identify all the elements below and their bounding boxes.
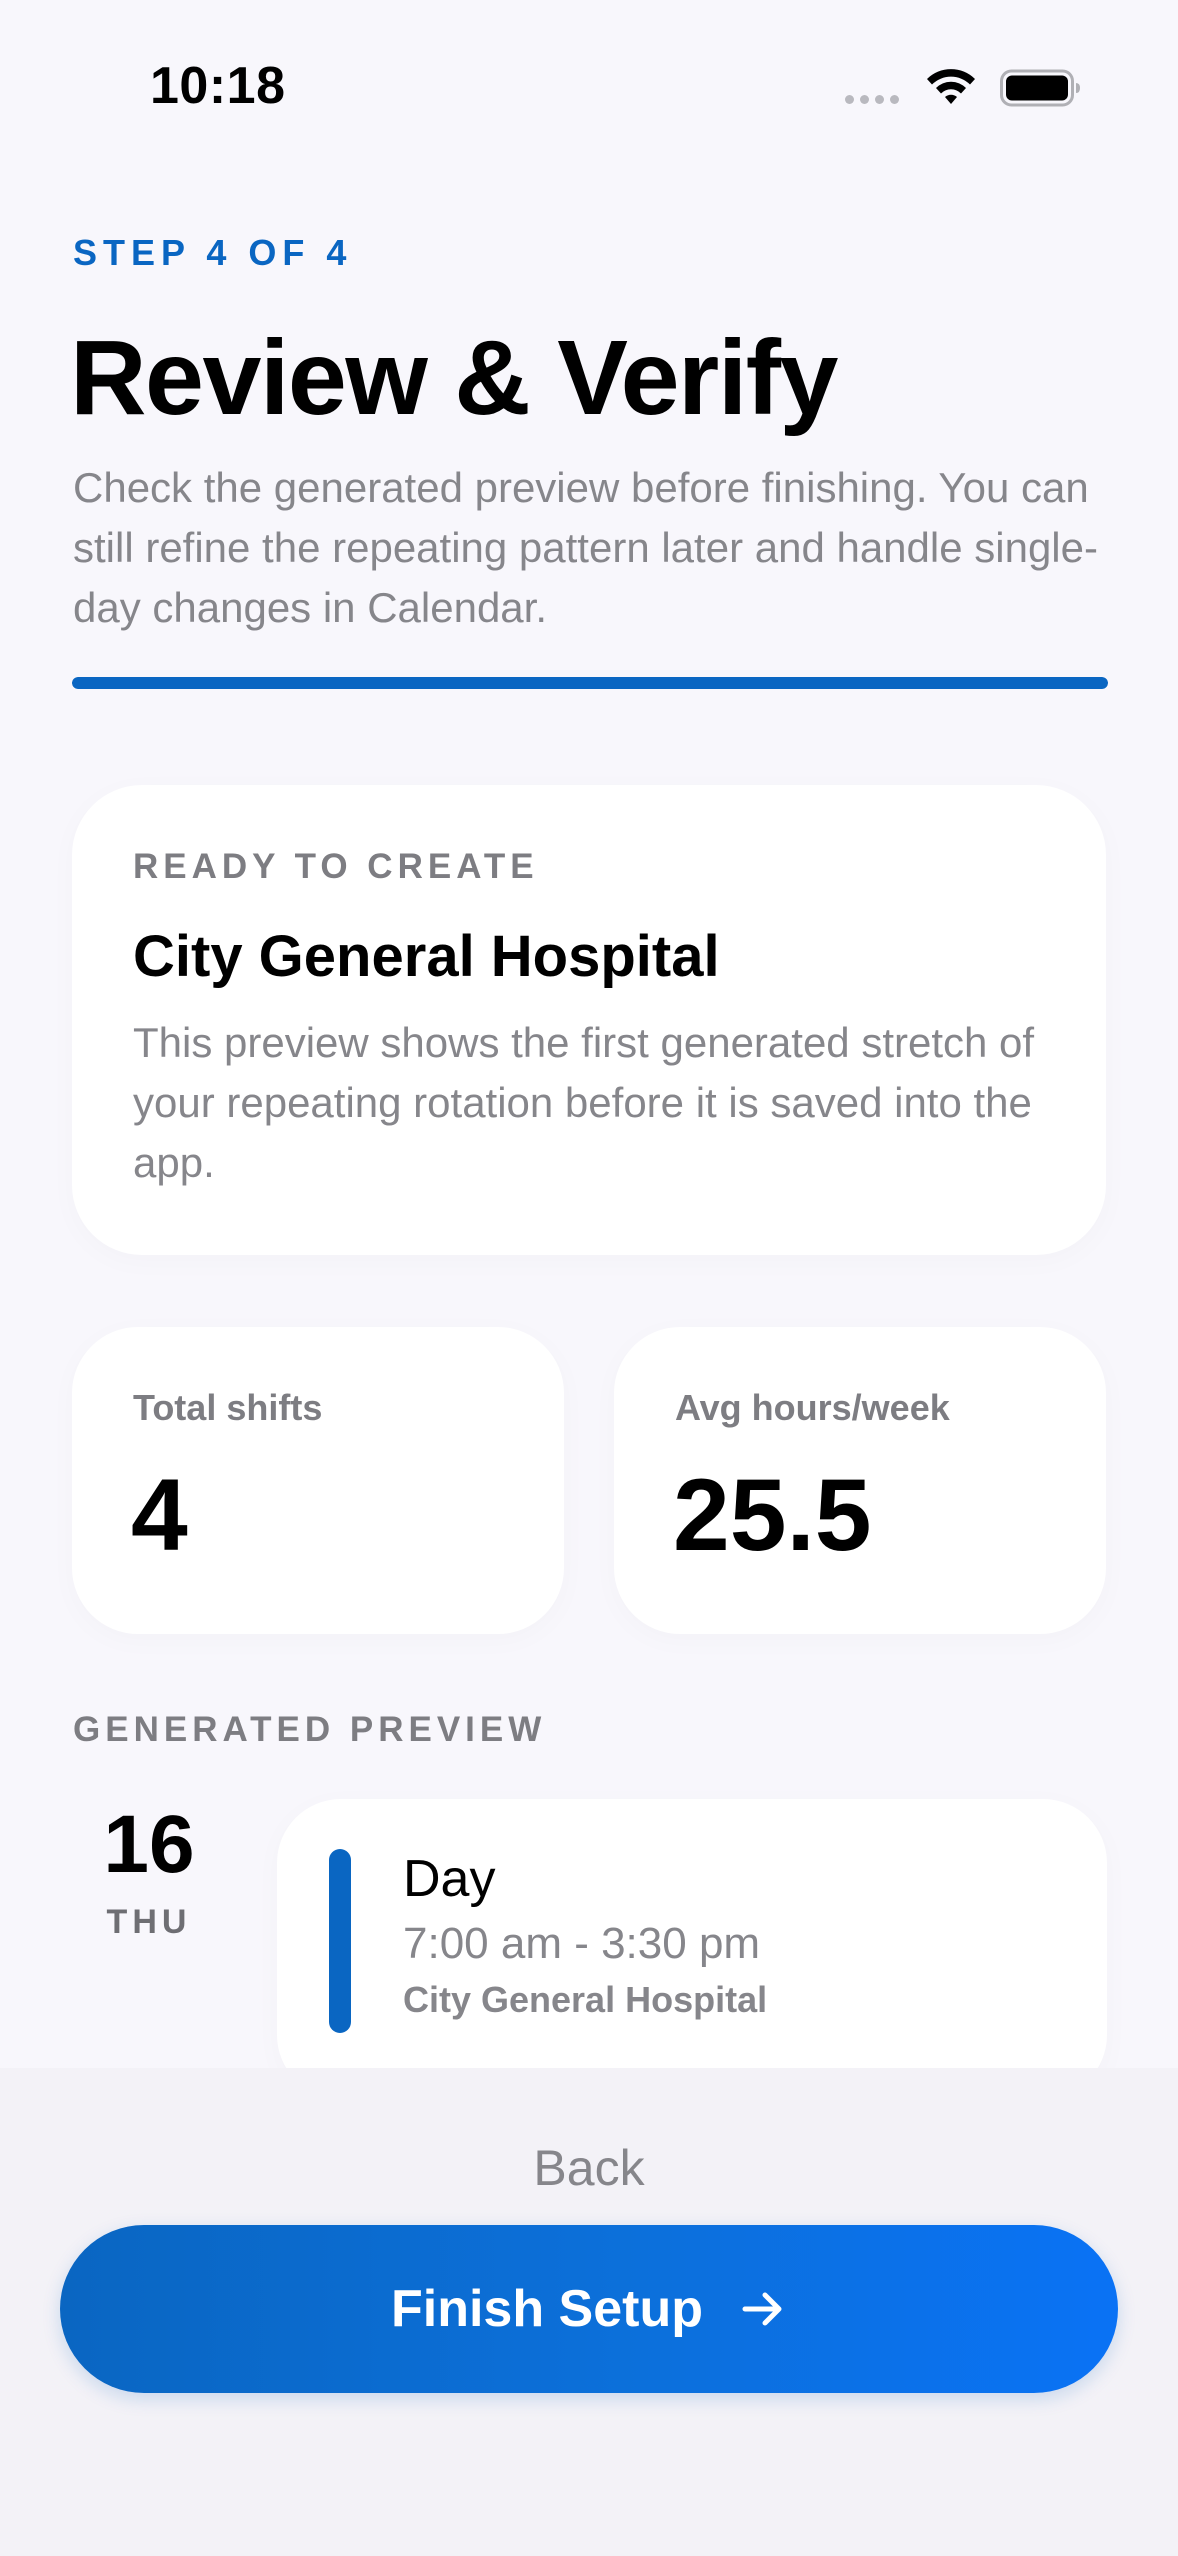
avg-hours-label: Avg hours/week	[675, 1387, 950, 1428]
page-subtitle: Check the generated preview before finis…	[73, 464, 1098, 631]
battery-icon	[1000, 69, 1080, 107]
summary-description: This preview shows the first generated s…	[133, 1019, 1035, 1186]
step-indicator: STEP 4 OF 4	[73, 232, 353, 273]
cellular-signal-icon	[845, 95, 899, 104]
step-progress-bar	[72, 677, 1108, 689]
summary-eyebrow: READY TO CREATE	[133, 847, 539, 886]
status-bar: 10:18	[0, 0, 1178, 150]
status-time: 10:18	[150, 57, 286, 115]
shift-location: City General Hospital	[403, 1979, 768, 2020]
avg-hours-card: Avg hours/week 25.5	[614, 1327, 1106, 1634]
total-shifts-value: 4	[131, 1458, 188, 1572]
page-title: Review & Verify	[70, 319, 839, 437]
shift-time: 7:00 am - 3:30 pm	[403, 1919, 761, 1968]
shift-color-bar	[329, 1849, 351, 2033]
preview-item: 16 THU Day 7:00 am - 3:30 pm City Genera…	[0, 1795, 1178, 2099]
wifi-icon	[927, 69, 975, 104]
total-shifts-label: Total shifts	[133, 1387, 323, 1428]
preview-date: 16 THU	[78, 1795, 220, 1942]
step-progress-fill	[72, 677, 1108, 689]
preview-weekday: THU	[106, 1903, 192, 1941]
avg-hours-value: 25.5	[673, 1458, 872, 1572]
arrow-right-icon	[742, 2292, 782, 2326]
preview-date-number: 16	[103, 1799, 195, 1890]
shift-card[interactable]: Day 7:00 am - 3:30 pm City General Hospi…	[277, 1799, 1107, 2099]
schedule-name: City General Hospital	[133, 924, 720, 989]
total-shifts-card: Total shifts 4	[72, 1327, 564, 1634]
preview-heading: GENERATED PREVIEW	[73, 1710, 547, 1749]
back-button[interactable]: Back	[439, 2123, 739, 2213]
summary-card: READY TO CREATE City General Hospital Th…	[72, 785, 1106, 1255]
finish-setup-button[interactable]: Finish Setup	[60, 2225, 1118, 2393]
finish-setup-label: Finish Setup	[391, 2280, 703, 2338]
shift-name: Day	[403, 1850, 496, 1908]
bottom-action-bar: Back Finish Setup	[0, 2068, 1178, 2556]
